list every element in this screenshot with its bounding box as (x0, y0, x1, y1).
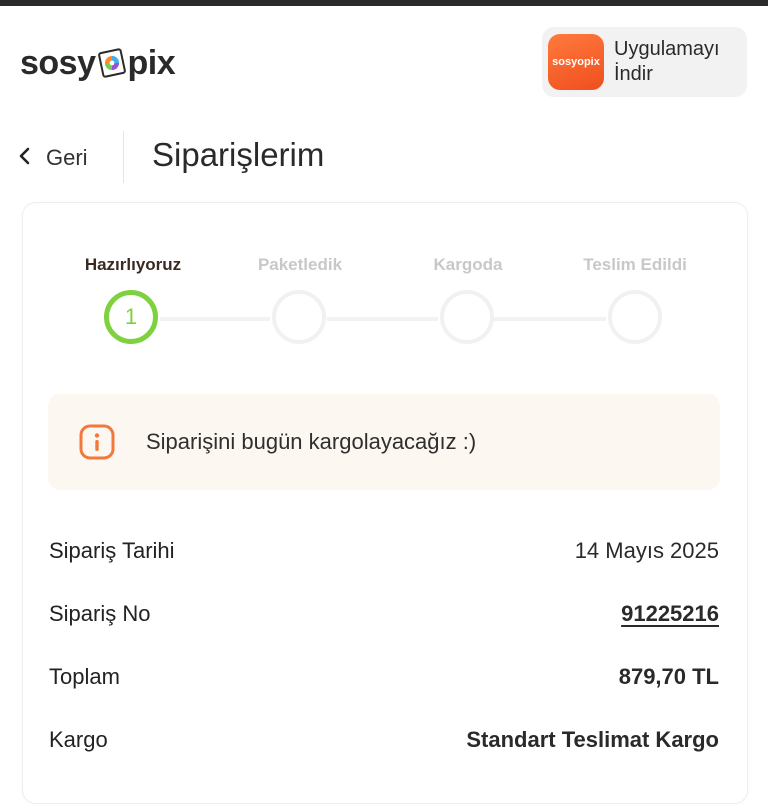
logo-text-suffix: pix (127, 43, 176, 82)
shipping-notice: Siparişini bugün kargolayacağız :) (48, 394, 720, 490)
step-label-packed: Paketledik (257, 255, 343, 274)
step-label-delivered: Teslim Edildi (583, 255, 687, 274)
shipping-label: Kargo (49, 727, 108, 752)
top-bar (0, 0, 768, 6)
info-icon (78, 423, 116, 461)
order-number-label: Sipariş No (49, 601, 151, 626)
order-number-link[interactable]: 91225216 (621, 601, 719, 627)
step-marker-shipped (440, 290, 494, 344)
logo-camera-icon (97, 48, 127, 78)
download-app-label: Uygulamayı İndir (614, 38, 720, 85)
order-total-label: Toplam (49, 664, 120, 689)
back-label: Geri (46, 145, 88, 170)
notice-text: Siparişini bugün kargolayacağız :) (146, 429, 477, 454)
back-button[interactable]: Geri (18, 138, 88, 178)
app-icon-text: sosyopix (552, 56, 600, 68)
step-marker-delivered (608, 290, 662, 344)
sosyopix-logo[interactable]: sosy pix (20, 36, 176, 90)
app-icon: sosyopix (548, 34, 604, 90)
shipping-value: Standart Teslimat Kargo (466, 727, 719, 752)
header-divider (123, 131, 124, 183)
download-app-button[interactable]: sosyopix Uygulamayı İndir (542, 27, 747, 97)
order-date-row: Sipariş Tarihi 14 Mayıs 2025 (49, 531, 719, 571)
order-total-row: Toplam 879,70 TL (49, 657, 719, 697)
logo-text-prefix: sosy (20, 43, 96, 82)
step-label-preparing: Hazırlıyoruz (84, 255, 182, 274)
step-marker-preparing: 1 (104, 290, 158, 344)
step-label-shipped: Kargoda (433, 255, 503, 274)
order-date-label: Sipariş Tarihi (49, 538, 175, 563)
page-title: Siparişlerim (152, 136, 325, 173)
step-connector (160, 317, 270, 321)
shipping-row: Kargo Standart Teslimat Kargo (49, 720, 719, 760)
step-connector (327, 317, 438, 321)
step-marker-packed (272, 290, 326, 344)
step-marker-number: 1 (124, 304, 138, 329)
order-date-value: 14 Mayıs 2025 (574, 538, 719, 563)
step-connector (494, 317, 606, 321)
order-number-row: Sipariş No 91225216 (49, 594, 719, 634)
chevron-left-icon (18, 146, 32, 171)
order-total-value: 879,70 TL (618, 664, 719, 689)
